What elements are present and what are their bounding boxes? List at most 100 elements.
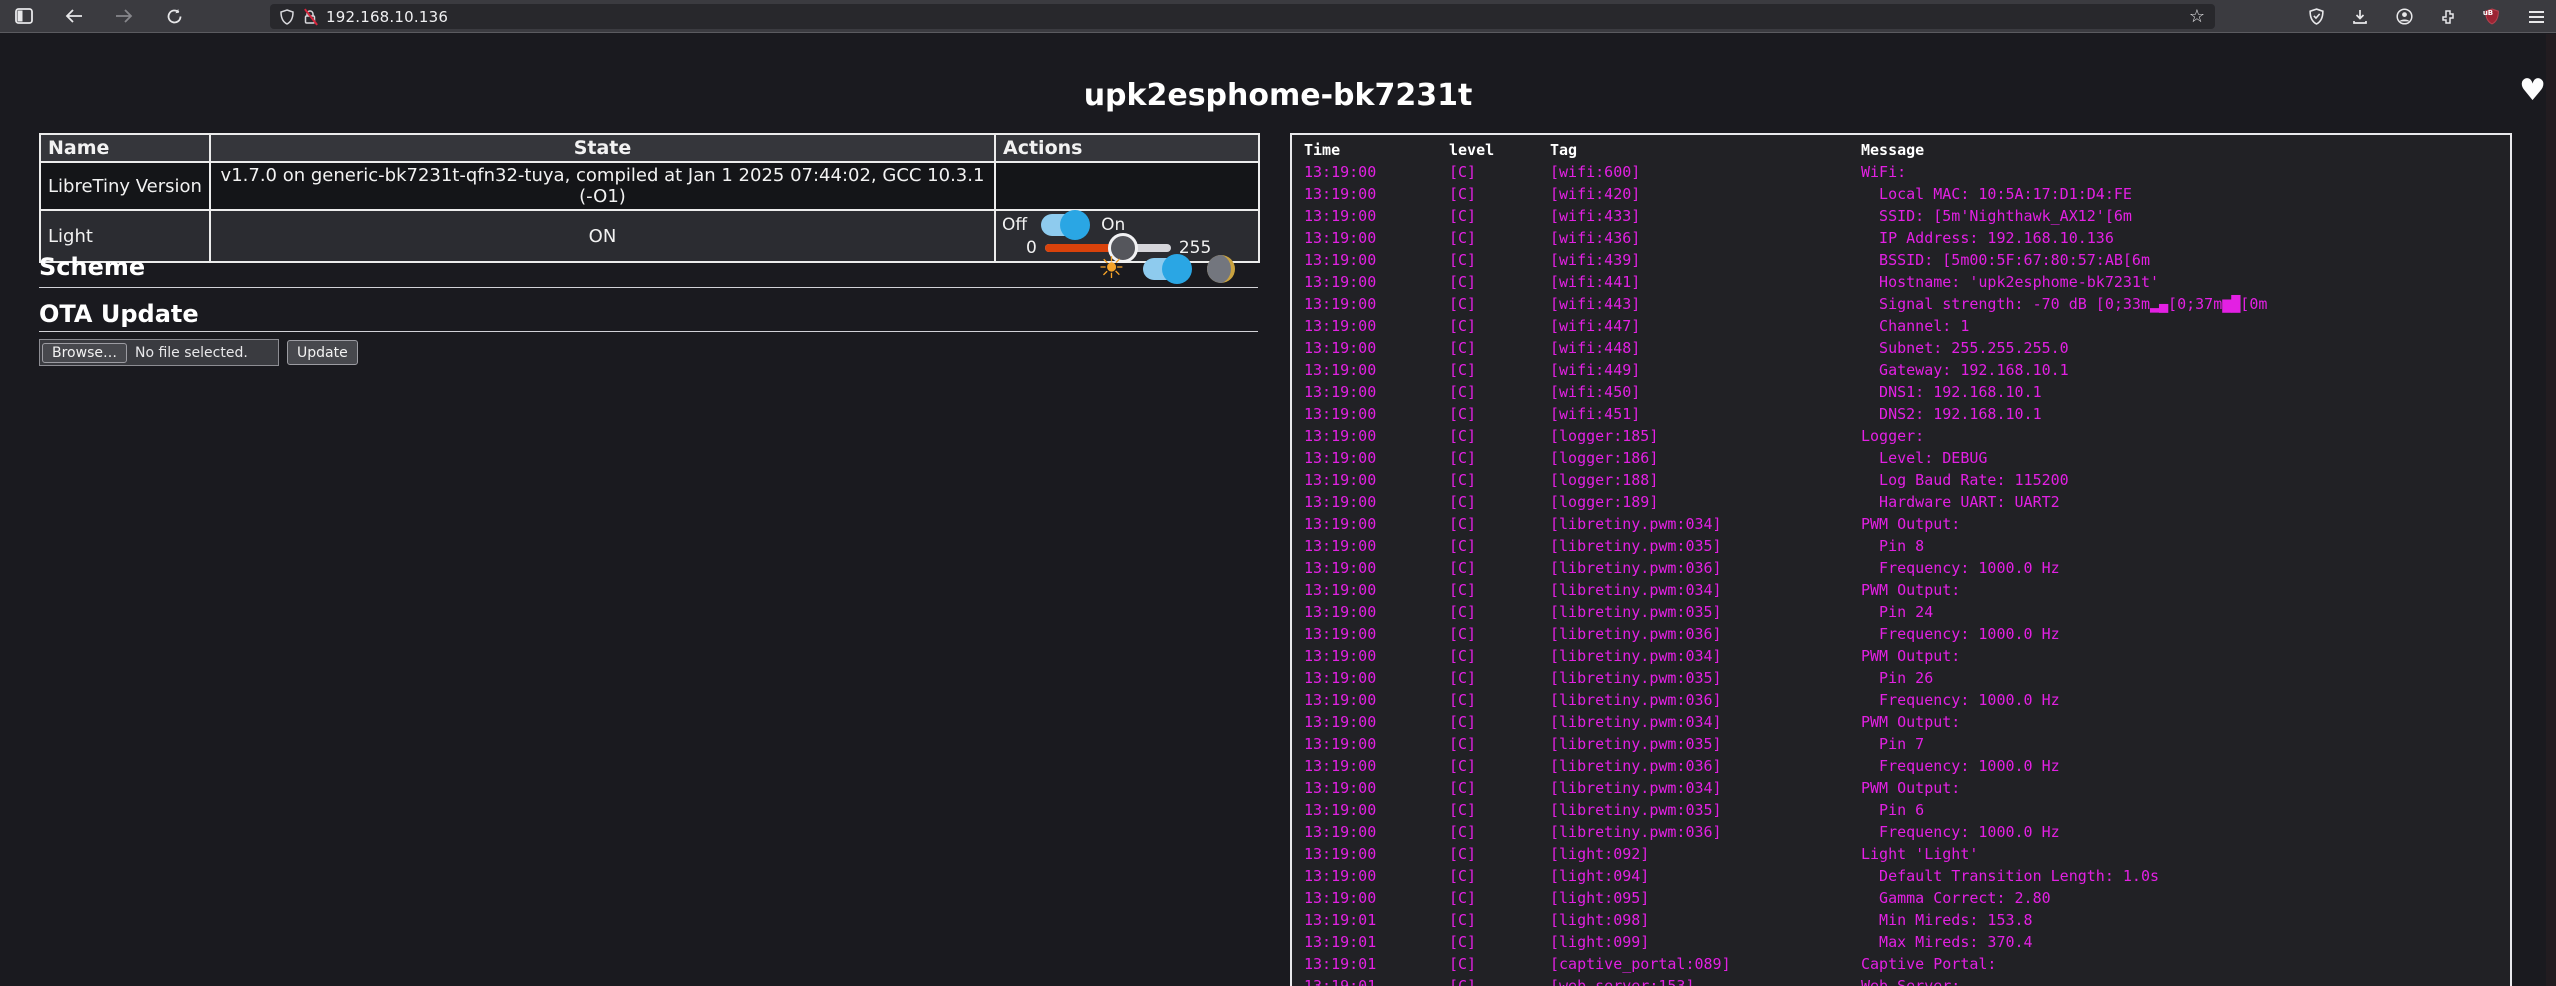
log-time: 13:19:00 (1292, 645, 1437, 667)
log-level: [C] (1437, 227, 1538, 249)
log-time: 13:19:00 (1292, 271, 1437, 293)
bookmark-star-icon[interactable]: ☆ (2189, 6, 2205, 27)
log-message: Pin 8 (1849, 535, 2510, 557)
light-toggle[interactable] (1041, 214, 1087, 236)
log-tag: [web_server:153] (1538, 975, 1849, 986)
log-tag: [light:092] (1538, 843, 1849, 865)
log-message: DNS1: 192.168.10.1 (1849, 381, 2510, 403)
log-message: Frequency: 1000.0 Hz (1849, 689, 2510, 711)
log-time: 13:19:00 (1292, 491, 1437, 513)
log-time: 13:19:00 (1292, 799, 1437, 821)
log-col-time: Time (1292, 135, 1437, 161)
log-tag: [wifi:436] (1538, 227, 1849, 249)
log-level: [C] (1437, 271, 1538, 293)
ota-file-input[interactable]: Browse… No file selected. (39, 339, 279, 366)
log-tag: [wifi:600] (1538, 161, 1849, 183)
log-time: 13:19:00 (1292, 733, 1437, 755)
log-message: Pin 6 (1849, 799, 2510, 821)
log-tag: [libretiny.pwm:035] (1538, 667, 1849, 689)
light-on-label: On (1101, 215, 1125, 235)
insecure-lock-icon[interactable] (303, 9, 317, 25)
screen: { "browser": { "url": "192.168.10.136", … (0, 0, 2556, 986)
protection-shield-icon[interactable] (2304, 5, 2328, 29)
log-row: 13:19:01 [C] [light:099] Max Mireds: 370… (1292, 931, 2510, 953)
log-row: 13:19:00 [C] [wifi:436] IP Address: 192.… (1292, 227, 2510, 249)
log-tag: [captive_portal:089] (1538, 953, 1849, 975)
scheme-toggle-knob[interactable] (1162, 254, 1192, 284)
log-message: Hostname: 'upk2esphome-bk7231t' (1849, 271, 2510, 293)
log-tag: [libretiny.pwm:035] (1538, 733, 1849, 755)
log-message: Default Transition Length: 1.0s (1849, 865, 2510, 887)
log-row: 13:19:00 [C] [libretiny.pwm:036] Frequen… (1292, 755, 2510, 777)
log-tag: [logger:185] (1538, 425, 1849, 447)
log-level: [C] (1437, 711, 1538, 733)
forward-icon[interactable] (112, 4, 136, 28)
log-message: Pin 26 (1849, 667, 2510, 689)
log-row: 13:19:01 [C] [captive_portal:089] Captiv… (1292, 953, 2510, 975)
log-level: [C] (1437, 491, 1538, 513)
sidebar-icon[interactable] (12, 4, 36, 28)
log-message: Signal strength: -70 dB [0;33m▂▄[0;37m▆█… (1849, 293, 2510, 315)
log-level: [C] (1437, 293, 1538, 315)
moon-icon (1207, 255, 1235, 283)
log-tag: [libretiny.pwm:035] (1538, 799, 1849, 821)
page-title: upk2esphome-bk7231t (0, 78, 2556, 113)
log-level: [C] (1437, 249, 1538, 271)
log-time: 13:19:01 (1292, 975, 1437, 986)
log-message: Frequency: 1000.0 Hz (1849, 755, 2510, 777)
log-header-row: Time level Tag Message (1292, 135, 2510, 161)
update-button[interactable]: Update (287, 340, 358, 365)
ublock-shield-icon[interactable]: uB (2480, 5, 2504, 29)
log-tag: [libretiny.pwm:034] (1538, 777, 1849, 799)
url-bar[interactable]: 192.168.10.136 ☆ (270, 4, 2215, 29)
log-time: 13:19:00 (1292, 887, 1437, 909)
light-toggle-knob[interactable] (1060, 210, 1090, 240)
log-time: 13:19:00 (1292, 821, 1437, 843)
shield-icon[interactable] (280, 9, 294, 25)
browse-button[interactable]: Browse… (42, 343, 127, 363)
log-message: Level: DEBUG (1849, 447, 2510, 469)
account-icon[interactable] (2392, 5, 2416, 29)
page-scrollbar[interactable] (2546, 34, 2556, 986)
menu-icon[interactable] (2524, 5, 2548, 29)
log-message: PWM Output: (1849, 513, 2510, 535)
log-row: 13:19:00 [C] [libretiny.pwm:035] Pin 6 (1292, 799, 2510, 821)
download-icon[interactable] (2348, 5, 2372, 29)
scheme-toggle[interactable] (1143, 258, 1189, 280)
log-level: [C] (1437, 183, 1538, 205)
log-panel[interactable]: Time level Tag Message 13:19:00 [C] [wif… (1290, 133, 2512, 986)
log-level: [C] (1437, 843, 1538, 865)
log-time: 13:19:00 (1292, 161, 1437, 183)
log-row: 13:19:00 [C] [libretiny.pwm:034] PWM Out… (1292, 777, 2510, 799)
log-time: 13:19:00 (1292, 293, 1437, 315)
scheme-divider (39, 287, 1258, 288)
log-row: 13:19:00 [C] [logger:186] Level: DEBUG (1292, 447, 2510, 469)
log-time: 13:19:00 (1292, 689, 1437, 711)
log-time: 13:19:00 (1292, 623, 1437, 645)
log-level: [C] (1437, 865, 1538, 887)
log-time: 13:19:00 (1292, 469, 1437, 491)
log-time: 13:19:00 (1292, 667, 1437, 689)
entity-header-row: Name State Actions (40, 134, 1259, 162)
log-row: 13:19:00 [C] [libretiny.pwm:034] PWM Out… (1292, 579, 2510, 601)
log-message: Frequency: 1000.0 Hz (1849, 557, 2510, 579)
log-row: 13:19:00 [C] [light:094] Default Transit… (1292, 865, 2510, 887)
reload-icon[interactable] (162, 4, 186, 28)
log-row: 13:19:00 [C] [logger:189] Hardware UART:… (1292, 491, 2510, 513)
heart-icon[interactable]: ♥ (2519, 76, 2546, 106)
url-text[interactable]: 192.168.10.136 (326, 8, 448, 26)
log-time: 13:19:00 (1292, 425, 1437, 447)
log-message: Hardware UART: UART2 (1849, 491, 2510, 513)
log-tag: [light:098] (1538, 909, 1849, 931)
log-tag: [wifi:443] (1538, 293, 1849, 315)
log-level: [C] (1437, 579, 1538, 601)
extension-icon[interactable] (2436, 5, 2460, 29)
log-tag: [light:094] (1538, 865, 1849, 887)
log-message: DNS2: 192.168.10.1 (1849, 403, 2510, 425)
log-col-message: Message (1849, 135, 2510, 161)
log-level: [C] (1437, 601, 1538, 623)
back-icon[interactable] (62, 4, 86, 28)
log-message: Captive Portal: (1849, 953, 2510, 975)
log-time: 13:19:00 (1292, 579, 1437, 601)
log-row: 13:19:00 [C] [logger:185] Logger: (1292, 425, 2510, 447)
